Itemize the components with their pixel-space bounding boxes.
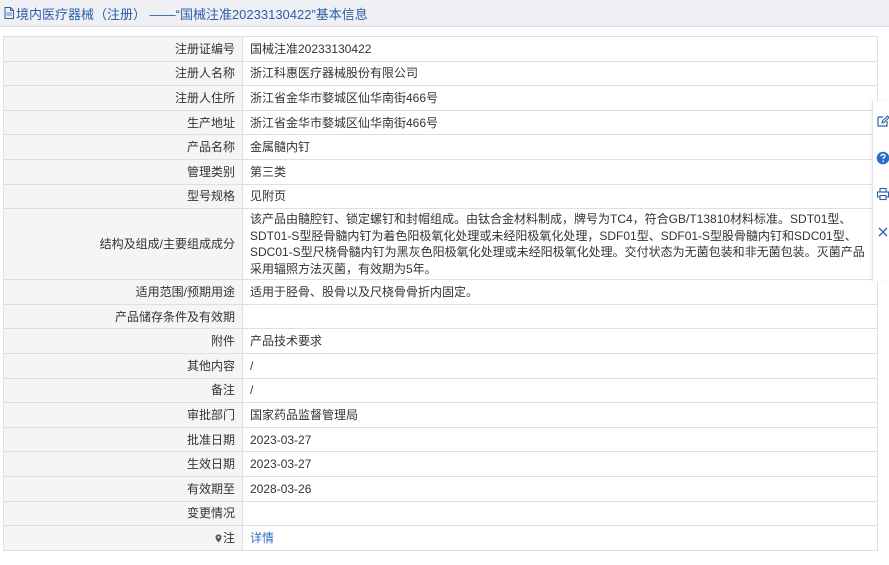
row-label: 注册证编号 [3,36,243,62]
table-row: 产品储存条件及有效期 [3,303,878,330]
row-value [242,303,878,330]
row-value: 产品技术要求 [242,328,878,354]
map-pin-icon [215,534,222,543]
row-value: 第三类 [242,158,878,185]
help-icon[interactable] [876,151,889,165]
table-row: 注册证编号 国械注准20233130422 [3,36,878,62]
row-value: 2028-03-26 [242,475,878,502]
row-value: / [242,352,878,379]
table-row: 批准日期 2023-03-27 [3,426,878,453]
table-row: 生产地址 浙江省金华市婺城区仙华南街466号 [3,109,878,136]
row-value: 2023-03-27 [242,426,878,453]
row-value: 浙江科惠医疗器械股份有限公司 [242,60,878,87]
table-row: 变更情况 [3,500,878,527]
row-value [242,500,878,527]
row-label: 其他内容 [3,352,243,379]
row-label: 管理类别 [3,158,243,185]
row-label: 附件 [3,328,243,354]
row-value: 浙江省金华市婺城区仙华南街466号 [242,85,878,111]
row-label: 型号规格 [3,183,243,210]
table-row: 注册人住所 浙江省金华市婺城区仙华南街466号 [3,85,878,111]
row-label: 批准日期 [3,426,243,453]
document-icon [4,7,14,19]
table-row: 备注 / [3,377,878,404]
row-value: 该产品由髓腔钉、锁定螺钉和封帽组成。由钛合金材料制成，牌号为TC4，符合GB/T… [242,208,878,281]
table-row: 附件 产品技术要求 [3,328,878,354]
table-row: 产品名称 金属髓内钉 [3,134,878,160]
row-label: 变更情况 [3,500,243,527]
details-link[interactable]: 详情 [250,531,274,545]
row-label: 有效期至 [3,475,243,502]
row-label: 产品储存条件及有效期 [3,303,243,330]
table-row: 审批部门 国家药品监督管理局 [3,402,878,428]
row-value: 见附页 [242,183,878,210]
page-title: 境内医疗器械（注册） ——“国械注准20233130422”基本信息 [16,6,368,22]
row-label: 备注 [3,377,243,404]
row-value: 适用于胫骨、股骨以及尺桡骨骨折内固定。 [242,279,878,305]
page-header: 境内医疗器械（注册） ——“国械注准20233130422”基本信息 [0,0,889,27]
row-label: 注册人名称 [3,60,243,87]
note-label-cell: 注 [3,525,243,551]
note-label: 注 [222,530,235,545]
row-value: 国家药品监督管理局 [242,402,878,428]
edit-icon[interactable] [876,114,889,128]
row-value: 2023-03-27 [242,451,878,477]
row-value: 金属髓内钉 [242,134,878,160]
note-value-cell: 详情 [242,525,878,551]
table-row: 有效期至 2028-03-26 [3,475,878,502]
side-toolbar [872,101,889,281]
row-value: / [242,377,878,404]
table-row: 其他内容 / [3,352,878,379]
row-label: 产品名称 [3,134,243,160]
note-row: 注 详情 [3,525,878,551]
table-row: 结构及组成/主要组成成分 该产品由髓腔钉、锁定螺钉和封帽组成。由钛合金材料制成，… [3,208,878,281]
close-icon[interactable] [876,225,889,239]
row-label: 生效日期 [3,451,243,477]
info-table: 注册证编号 国械注准20233130422 注册人名称 浙江科惠医疗器械股份有限… [3,36,878,551]
row-value: 国械注准20233130422 [242,36,878,62]
table-row: 管理类别 第三类 [3,158,878,185]
row-label: 结构及组成/主要组成成分 [3,208,243,281]
row-label: 生产地址 [3,109,243,136]
table-row: 生效日期 2023-03-27 [3,451,878,477]
print-icon[interactable] [876,187,889,201]
table-row: 适用范围/预期用途 适用于胫骨、股骨以及尺桡骨骨折内固定。 [3,279,878,305]
table-row: 注册人名称 浙江科惠医疗器械股份有限公司 [3,60,878,87]
row-label: 审批部门 [3,402,243,428]
row-label: 适用范围/预期用途 [3,279,243,305]
row-value: 浙江省金华市婺城区仙华南街466号 [242,109,878,136]
table-row: 型号规格 见附页 [3,183,878,210]
row-label: 注册人住所 [3,85,243,111]
